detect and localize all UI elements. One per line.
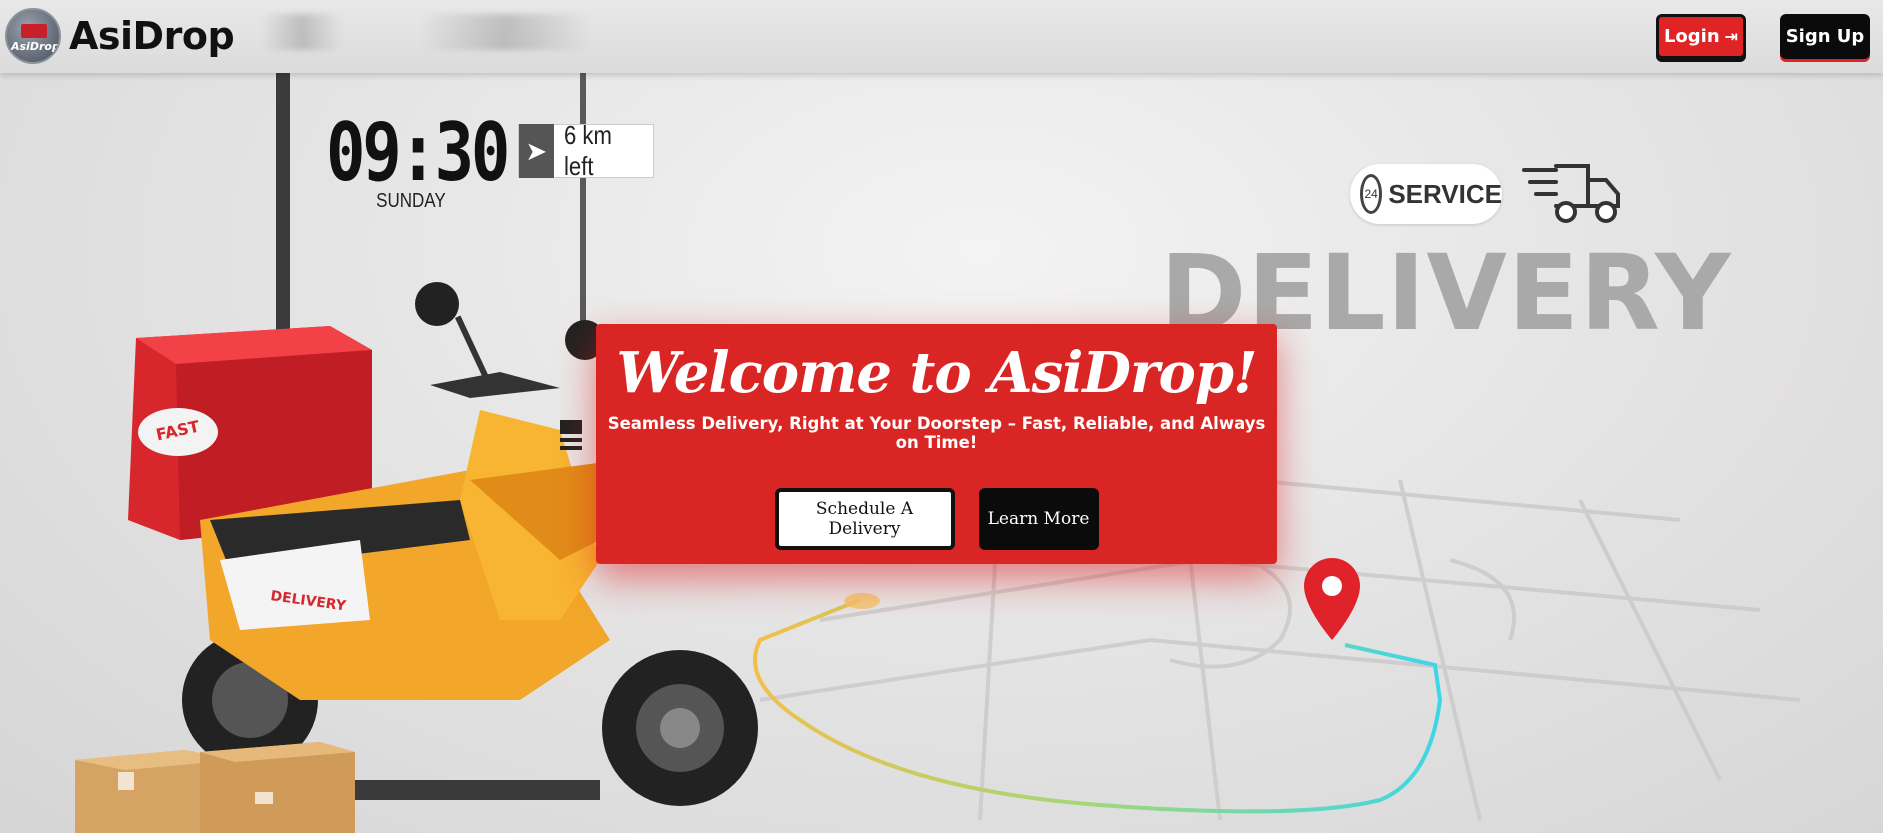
navigation-arrow-icon: ➤ (519, 124, 554, 178)
brand-name[interactable]: AsiDrop (69, 14, 235, 58)
login-button-label: Login (1663, 26, 1720, 47)
hero-card: Welcome to AsiDrop! Seamless Delivery, R… (596, 324, 1277, 564)
hero-subtitle: Seamless Delivery, Right at Your Doorste… (607, 414, 1266, 452)
learn-more-button[interactable]: Learn More (978, 488, 1099, 550)
clock-day: SUNDAY (376, 190, 446, 212)
signup-button-label: Sign Up (1785, 26, 1865, 47)
login-arrow-icon: ⇥ (1724, 27, 1739, 46)
brand[interactable]: AsiDrop AsiDrop (5, 8, 235, 64)
service-badge: 24 SERVICE (1350, 164, 1502, 224)
cardboard-boxes-illustration (75, 742, 355, 833)
login-button[interactable]: Login ⇥ (1656, 14, 1746, 59)
blurred-nav-link (262, 14, 342, 50)
delivery-truck-icon (1522, 164, 1620, 223)
top-navbar: AsiDrop AsiDrop Login ⇥ Sign Up (0, 0, 1883, 73)
distance-text: 6 km left (563, 120, 612, 181)
hero-actions: Schedule A Delivery Learn More (596, 488, 1277, 550)
signup-button[interactable]: Sign Up (1780, 14, 1870, 59)
logo-truck-icon (21, 24, 47, 38)
brand-logo[interactable]: AsiDrop (5, 8, 61, 64)
schedule-delivery-button[interactable]: Schedule A Delivery (774, 488, 955, 550)
clock-time: 09:30 (326, 106, 510, 199)
distance-chip: ➤ 6 km left (518, 120, 654, 181)
service-label: SERVICE (1388, 178, 1502, 209)
hero-title: Welcome to AsiDrop! (616, 340, 1257, 406)
map-pin-icon (1304, 558, 1360, 640)
clock-24-icon: 24 (1360, 174, 1383, 214)
logo-text: AsiDrop (11, 40, 60, 53)
blurred-nav-link (420, 14, 590, 50)
